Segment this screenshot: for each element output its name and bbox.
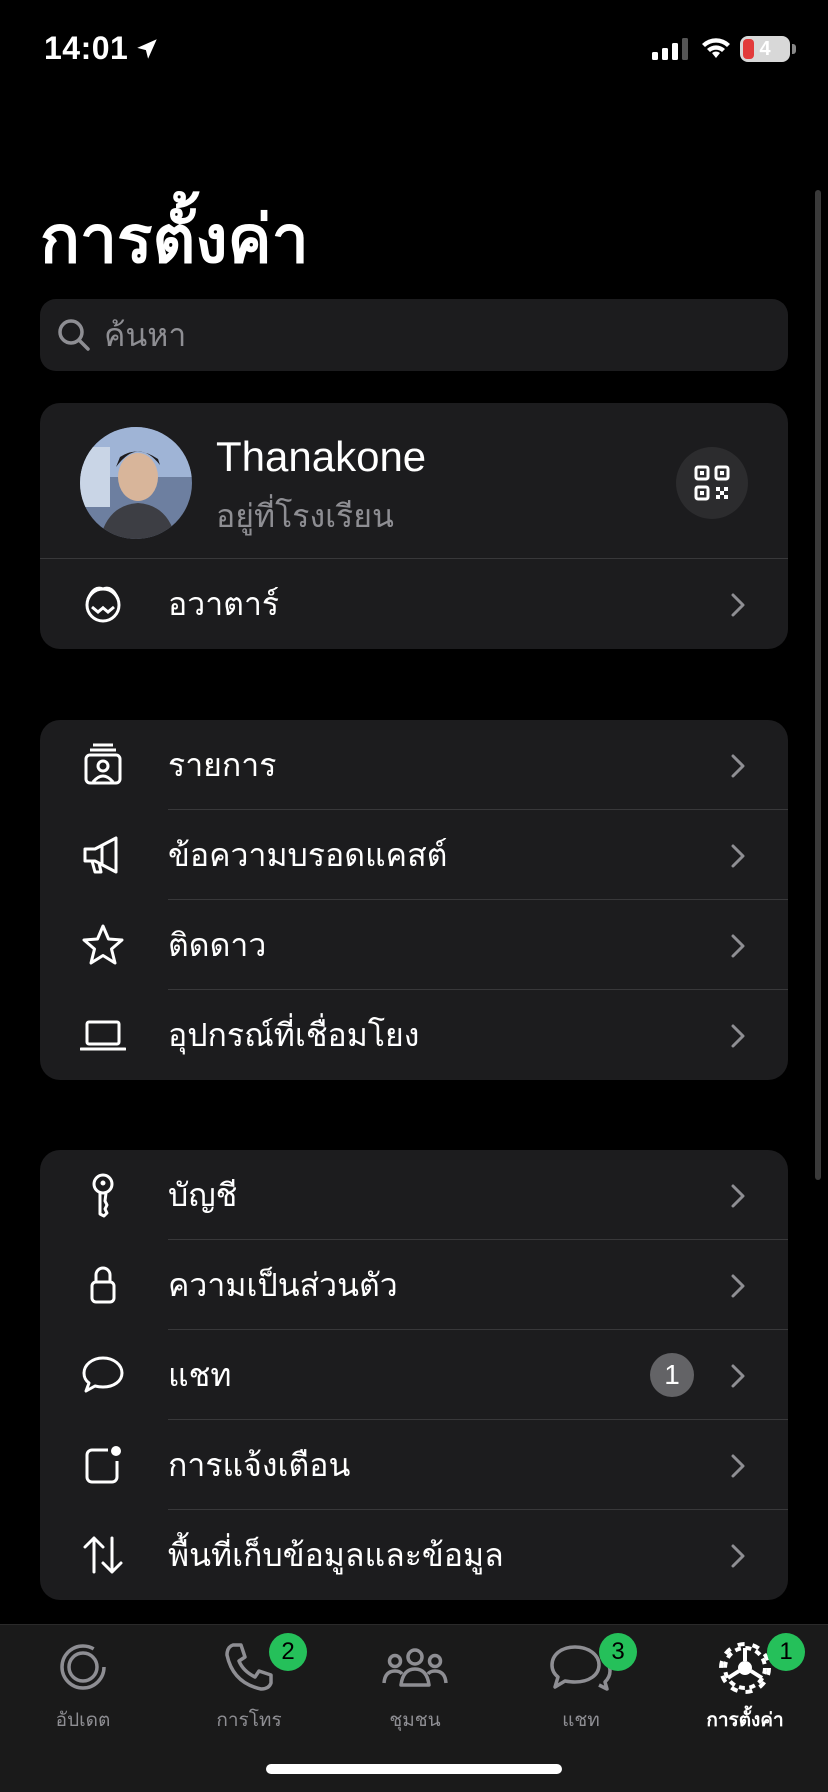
- tools-card: รายการ ข้อความบรอดแคสต์ ติดดาว อุปกรณ์ที…: [40, 720, 788, 1080]
- lock-icon: [90, 1266, 116, 1304]
- chevron-right-icon: [731, 754, 745, 778]
- tab-label: อัปเดต: [55, 1709, 111, 1731]
- laptop-icon: [80, 1020, 126, 1051]
- settings-row-privacy[interactable]: ความเป็นส่วนตัว: [40, 1240, 788, 1330]
- search-placeholder: ค้นหา: [104, 316, 187, 354]
- chats-badge: 3: [599, 1633, 637, 1671]
- tools-row-label: ข้อความบรอดแคสต์: [168, 836, 448, 874]
- settings-row-account[interactable]: บัญชี: [40, 1150, 788, 1240]
- tools-row-lists[interactable]: รายการ: [40, 720, 788, 810]
- page-title: การตั้งค่า: [40, 201, 309, 278]
- wifi-icon: [702, 38, 730, 58]
- settings-row-chats[interactable]: แชท 1: [40, 1330, 788, 1420]
- chevron-right-icon: [731, 1364, 745, 1388]
- chevron-right-icon: [731, 934, 745, 958]
- settings-row-label: ความเป็นส่วนตัว: [168, 1266, 398, 1304]
- qr-code-button[interactable]: [676, 447, 748, 519]
- tools-row-label: อุปกรณ์ที่เชื่อมโยง: [168, 1016, 420, 1054]
- battery-icon: 4: [740, 36, 790, 62]
- settings-row-label: การแจ้งเตือน: [168, 1446, 351, 1484]
- tools-row-broadcast[interactable]: ข้อความบรอดแคสต์: [40, 810, 788, 900]
- settings-row-label: แชท: [168, 1356, 232, 1394]
- qr-code-icon: [694, 465, 730, 501]
- unread-count-badge: 1: [650, 1353, 694, 1397]
- calls-badge: 2: [269, 1633, 307, 1671]
- tab-chats[interactable]: 3 แชท: [498, 1625, 664, 1731]
- settings-row-storage[interactable]: พื้นที่เก็บข้อมูลและข้อมูล: [40, 1510, 788, 1600]
- key-icon: [92, 1173, 114, 1218]
- location-arrow-icon: [137, 39, 157, 59]
- profile-row[interactable]: Thanakone อยู่ที่โรงเรียน: [40, 403, 788, 559]
- tab-label: การตั้งค่า: [706, 1709, 784, 1731]
- cellular-signal-icon: [652, 38, 688, 60]
- search-input[interactable]: ค้นหา: [40, 299, 788, 371]
- profile-name: Thanakone: [216, 433, 427, 480]
- profile-status: อยู่ที่โรงเรียน: [216, 497, 394, 535]
- chat-bubble-icon: [82, 1356, 124, 1393]
- megaphone-icon: [83, 836, 118, 874]
- scrollbar[interactable]: [815, 190, 821, 1180]
- settings-gear-icon: [719, 1642, 771, 1694]
- home-indicator: [266, 1764, 562, 1774]
- chevron-right-icon: [731, 1454, 745, 1478]
- star-icon: [82, 924, 124, 965]
- tab-communities[interactable]: ชุมชน: [332, 1625, 498, 1731]
- status-bar: 14:01 4: [0, 0, 828, 100]
- settings-row-notifications[interactable]: การแจ้งเตือน: [40, 1420, 788, 1510]
- tools-row-starred[interactable]: ติดดาว: [40, 900, 788, 990]
- battery-level: 4: [759, 38, 771, 60]
- avatar-face-icon: [85, 586, 121, 623]
- settings-card: บัญชี ความเป็นส่วนตัว แชท 1 การแจ้งเตือน: [40, 1150, 788, 1600]
- tab-settings[interactable]: 1 การตั้งค่า: [662, 1625, 828, 1731]
- tab-calls[interactable]: 2 การโทร: [166, 1625, 332, 1731]
- tools-row-label: รายการ: [168, 746, 277, 784]
- settings-row-label: บัญชี: [168, 1176, 238, 1214]
- profile-card: Thanakone อยู่ที่โรงเรียน อวาตาร์: [40, 403, 788, 649]
- storage-arrows-icon: [83, 1536, 123, 1574]
- tab-label: แชท: [562, 1709, 600, 1731]
- avatar-row-label: อวาตาร์: [168, 585, 280, 623]
- settings-row-label: พื้นที่เก็บข้อมูลและข้อมูล: [168, 1536, 504, 1574]
- communities-icon: [382, 1648, 448, 1687]
- chevron-right-icon: [731, 1184, 745, 1208]
- lists-icon: [84, 743, 122, 785]
- battery-cap: [792, 44, 796, 54]
- tab-updates[interactable]: อัปเดต: [0, 1625, 166, 1731]
- settings-badge: 1: [767, 1633, 805, 1671]
- search-icon: [58, 319, 90, 351]
- chevron-right-icon: [731, 1024, 745, 1048]
- avatar-row[interactable]: อวาตาร์: [40, 559, 788, 649]
- chevron-right-icon: [731, 844, 745, 868]
- tab-label: การโทร: [216, 1709, 282, 1731]
- chevron-right-icon: [731, 1544, 745, 1568]
- notification-icon: [85, 1446, 121, 1484]
- tools-row-linked-devices[interactable]: อุปกรณ์ที่เชื่อมโยง: [40, 990, 788, 1080]
- chevron-right-icon: [731, 593, 745, 617]
- tools-row-label: ติดดาว: [168, 926, 267, 964]
- updates-icon: [60, 1644, 106, 1690]
- avatar[interactable]: [80, 427, 192, 539]
- tab-label: ชุมชน: [389, 1709, 441, 1731]
- status-time: 14:01: [44, 30, 129, 66]
- chevron-right-icon: [731, 1274, 745, 1298]
